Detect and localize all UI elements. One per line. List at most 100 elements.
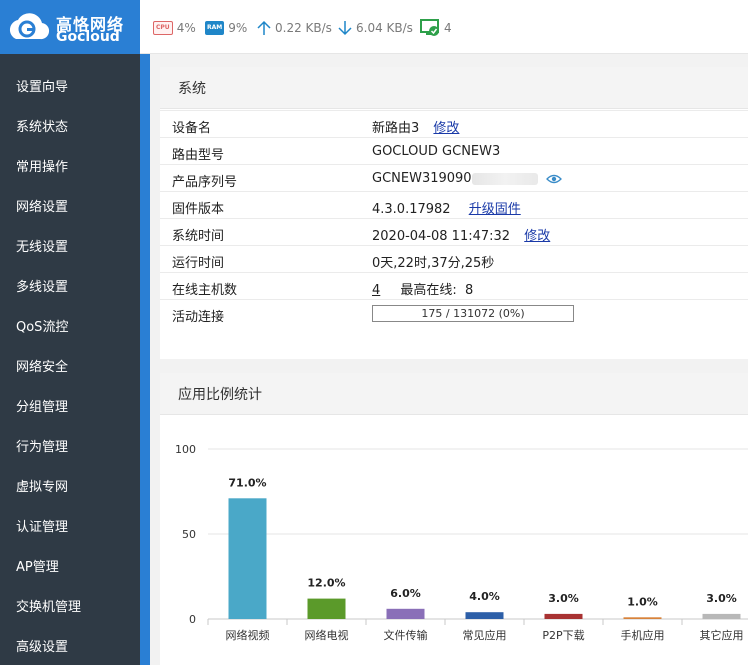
system-panel-title: 系统 — [160, 67, 748, 109]
uptime-value: 0天,22时,37分,25秒 — [372, 256, 495, 271]
uptime-label: 运行时间 — [172, 256, 225, 271]
serial-value: GCNEW319090 — [372, 171, 472, 186]
y-tick-label-1: 50 — [182, 528, 196, 541]
max-online-value: 8 — [464, 283, 474, 298]
model-value: GOCLOUD GCNEW3 — [372, 144, 501, 159]
data-label-4: 3.0% — [548, 592, 579, 605]
app-stats-panel: 应用比例统计 0 50 100 71.0% 网络视频 12.0% 网络电视 6.0% 文件传输 4… — [160, 373, 748, 665]
sidebar-accent-strip — [140, 54, 150, 665]
serial-masked — [471, 172, 538, 185]
x-tick-label-2: 文件传输 — [384, 628, 428, 642]
sidebar-item-setup-wizard[interactable]: 设置向导 — [0, 68, 140, 108]
x-tick-label-1: 网络电视 — [305, 628, 349, 642]
sidebar-item-ap-management[interactable]: AP管理 — [0, 548, 140, 588]
row-model: 路由型号 GOCLOUD GCNEW3 — [160, 137, 748, 164]
x-tick-label-0: 网络视频 — [226, 628, 270, 642]
ram-value: 9% — [228, 21, 248, 35]
y-tick-label-0: 0 — [189, 613, 196, 626]
download-value: 6.04 KB/s — [356, 21, 413, 35]
row-system-time: 系统时间 2020-04-08 11:47:32 修改 — [160, 218, 748, 245]
bar-3 — [465, 612, 504, 619]
data-label-1: 12.0% — [307, 577, 345, 590]
eye-icon[interactable] — [545, 173, 562, 185]
sidebar-item-advanced-settings[interactable]: 高级设置 — [0, 628, 140, 665]
row-active-connections: 活动连接 175 / 131072 (0%) — [160, 299, 748, 326]
online-value: 4 — [444, 21, 452, 35]
online-hosts-link[interactable]: 4 — [372, 283, 380, 298]
data-label-2: 6.0% — [390, 587, 421, 600]
system-time-label: 系统时间 — [172, 229, 225, 244]
ram-icon: RAM — [205, 21, 225, 35]
brand-logo[interactable]: 高恪网络 Gocloud — [0, 0, 140, 54]
x-tick-label-3: 常见应用 — [463, 628, 507, 642]
sidebar-item-auth-management[interactable]: 认证管理 — [0, 508, 140, 548]
sidebar-item-multi-wan[interactable]: 多线设置 — [0, 268, 140, 308]
sidebar-item-vpn[interactable]: 虚拟专网 — [0, 468, 140, 508]
system-panel: 系统 设备名 新路由3 修改 路由型号 GOCLOUD GCNEW3 产品序列号… — [160, 67, 748, 359]
bar-0 — [228, 498, 267, 619]
serial-value-wrap: GCNEW319090 — [372, 171, 562, 186]
device-name-label: 设备名 — [172, 121, 212, 136]
edit-device-name-link[interactable]: 修改 — [433, 121, 459, 136]
max-online-label: 最高在线: — [400, 283, 457, 298]
system-time-value: 2020-04-08 11:47:32 — [372, 229, 511, 244]
online-hosts-value-wrap: 4 最高在线: 8 — [372, 279, 473, 298]
gocloud-logo-icon — [9, 13, 50, 40]
sidebar-item-qos[interactable]: QoS流控 — [0, 308, 140, 348]
sidebar-nav: 设置向导 系统状态 常用操作 网络设置 无线设置 多线设置 QoS流控 网络安全… — [0, 54, 140, 665]
bar-4 — [544, 613, 583, 619]
brand-name-en: Gocloud — [56, 29, 120, 45]
x-tick-label-5: 手机应用 — [621, 628, 665, 642]
cpu-icon: CPU — [153, 21, 173, 35]
cpu-stat: CPU 4% — [153, 19, 196, 37]
row-online-hosts: 在线主机数 4 最高在线: 8 — [160, 272, 748, 299]
app-share-bar-chart: 0 50 100 71.0% 网络视频 12.0% 网络电视 6.0% 文件传输 4.0% 常见应用… — [175, 443, 748, 642]
edit-time-link[interactable]: 修改 — [524, 229, 550, 244]
upload-arrow-icon — [257, 20, 271, 35]
main-content: 系统 设备名 新路由3 修改 路由型号 GOCLOUD GCNEW3 产品序列号… — [150, 54, 748, 665]
online-hosts-label: 在线主机数 — [172, 283, 238, 298]
model-label: 路由型号 — [172, 148, 225, 163]
online-stat[interactable]: 4 — [420, 19, 452, 37]
bar-6 — [702, 613, 741, 619]
upload-value: 0.22 KB/s — [275, 21, 332, 35]
ram-stat: RAM 9% — [205, 19, 247, 37]
app-stats-title: 应用比例统计 — [160, 373, 748, 415]
x-tick-label-4: P2P下载 — [542, 629, 584, 642]
firmware-value: 4.3.0.17982 — [372, 202, 451, 217]
sidebar-item-switch-management[interactable]: 交换机管理 — [0, 588, 140, 628]
data-label-5: 1.0% — [627, 595, 658, 608]
online-devices-icon — [420, 19, 439, 36]
row-firmware: 固件版本 4.3.0.17982 升级固件 — [160, 191, 748, 218]
firmware-value-wrap: 4.3.0.17982 升级固件 — [372, 198, 521, 217]
bar-5 — [623, 617, 662, 619]
device-name-value: 新路由3 — [372, 121, 420, 136]
data-label-6: 3.0% — [706, 592, 737, 605]
row-serial: 产品序列号 GCNEW319090 — [160, 164, 748, 191]
sidebar-item-network-settings[interactable]: 网络设置 — [0, 188, 140, 228]
upgrade-firmware-link[interactable]: 升级固件 — [469, 202, 521, 217]
sidebar-item-common-operations[interactable]: 常用操作 — [0, 148, 140, 188]
data-label-0: 71.0% — [228, 476, 266, 489]
serial-label: 产品序列号 — [172, 175, 238, 190]
row-device-name: 设备名 新路由3 修改 — [160, 110, 748, 137]
download-stat: 6.04 KB/s — [338, 19, 413, 37]
cpu-value: 4% — [176, 21, 196, 35]
data-label-3: 4.0% — [469, 590, 500, 603]
y-tick-label-2: 100 — [175, 443, 196, 456]
active-connections-label: 活动连接 — [172, 310, 225, 325]
bar-2 — [386, 608, 425, 619]
device-name-value-wrap: 新路由3 修改 — [372, 117, 459, 136]
sidebar-item-wireless-settings[interactable]: 无线设置 — [0, 228, 140, 268]
active-connections-bar: 175 / 131072 (0%) — [372, 305, 574, 322]
system-time-value-wrap: 2020-04-08 11:47:32 修改 — [372, 225, 550, 244]
sidebar-item-group-management[interactable]: 分组管理 — [0, 388, 140, 428]
upload-stat: 0.22 KB/s — [257, 19, 332, 37]
row-uptime: 运行时间 0天,22时,37分,25秒 — [160, 245, 748, 272]
sidebar-item-system-status[interactable]: 系统状态 — [0, 108, 140, 148]
download-arrow-icon — [338, 21, 352, 36]
sidebar-item-behavior-management[interactable]: 行为管理 — [0, 428, 140, 468]
bar-1 — [307, 598, 346, 619]
sidebar-item-network-security[interactable]: 网络安全 — [0, 348, 140, 388]
active-connections-value: 175 / 131072 (0%) — [421, 307, 525, 320]
